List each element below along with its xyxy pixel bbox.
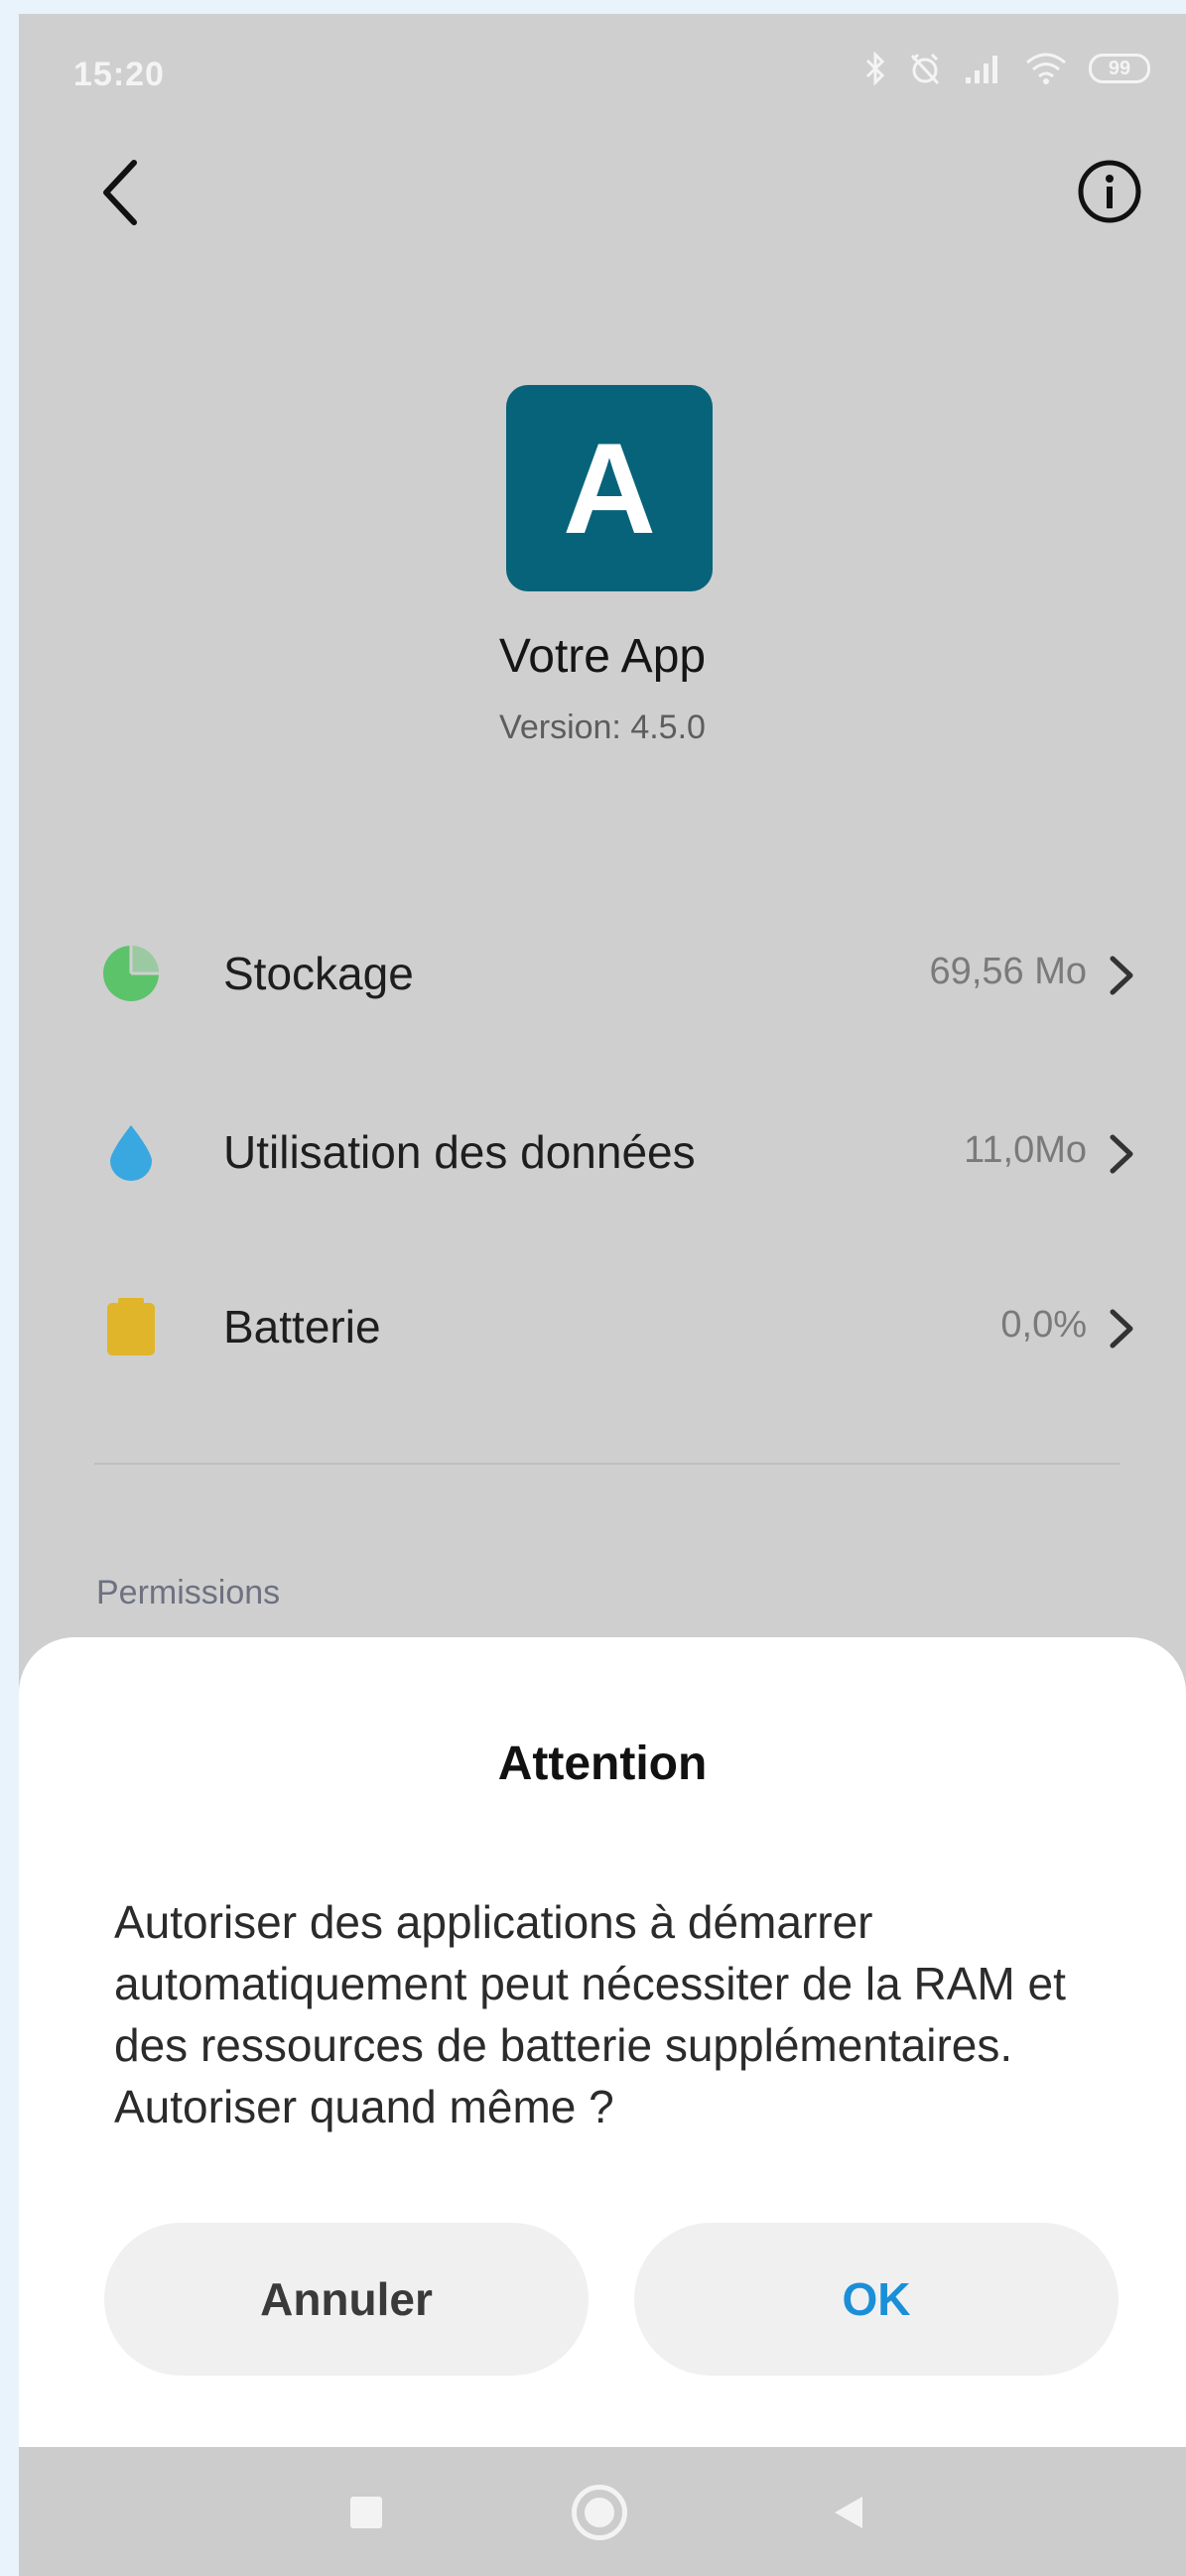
permissions-section-label: Permissions (96, 1574, 281, 1611)
alarm-off-icon (910, 53, 940, 85)
chevron-right-icon (1110, 956, 1133, 995)
data-drop-icon (110, 1125, 152, 1181)
navigation-bar (19, 2447, 1186, 2576)
status-time: 15:20 (73, 56, 165, 93)
cancel-button[interactable]: Annuler (104, 2223, 589, 2376)
row-battery-label: Batterie (223, 1301, 381, 1352)
row-storage-label: Stockage (223, 948, 414, 999)
dialog-message: Autoriser des applications à démarrer au… (114, 1896, 1066, 2132)
row-battery[interactable]: Batterie 0,0% (19, 1270, 1186, 1379)
phone-screen: 15:20 99 A Votre App Version: 4.5.0 Stoc… (19, 14, 1186, 2576)
row-data-usage-label: Utilisation des données (223, 1126, 696, 1178)
chevron-right-icon (1110, 1309, 1133, 1349)
storage-pie-icon (103, 946, 159, 1001)
section-divider (94, 1463, 1120, 1465)
status-icons: 99 (864, 52, 1150, 85)
back-triangle-icon[interactable] (829, 2493, 868, 2532)
row-data-usage[interactable]: Utilisation des données 11,0Mo (19, 1095, 1186, 1205)
battery-row-icon (107, 1298, 155, 1355)
attention-dialog: Attention Autoriser des applications à d… (19, 1637, 1186, 2447)
ok-button[interactable]: OK (634, 2223, 1119, 2376)
home-circle-icon[interactable] (572, 2485, 627, 2540)
back-button[interactable] (90, 153, 150, 232)
info-button[interactable] (1077, 159, 1142, 224)
recents-square-icon[interactable] (350, 2497, 382, 2528)
dialog-title: Attention (497, 1738, 708, 1790)
row-battery-value: 0,0% (1000, 1304, 1087, 1346)
app-version: Version: 4.5.0 (499, 708, 706, 746)
signal-icon (966, 56, 997, 83)
app-icon: A (506, 385, 713, 591)
app-icon-letter: A (563, 416, 656, 561)
row-storage[interactable]: Stockage 69,56 Mo (19, 917, 1186, 1026)
battery-level: 99 (1108, 57, 1131, 79)
chevron-right-icon (1110, 1134, 1133, 1174)
row-data-usage-value: 11,0Mo (964, 1129, 1087, 1171)
battery-icon: 99 (1089, 54, 1150, 83)
row-storage-value: 69,56 Mo (929, 951, 1087, 992)
bluetooth-icon (865, 52, 885, 85)
app-name: Votre App (498, 630, 707, 683)
wifi-icon (1026, 53, 1066, 84)
